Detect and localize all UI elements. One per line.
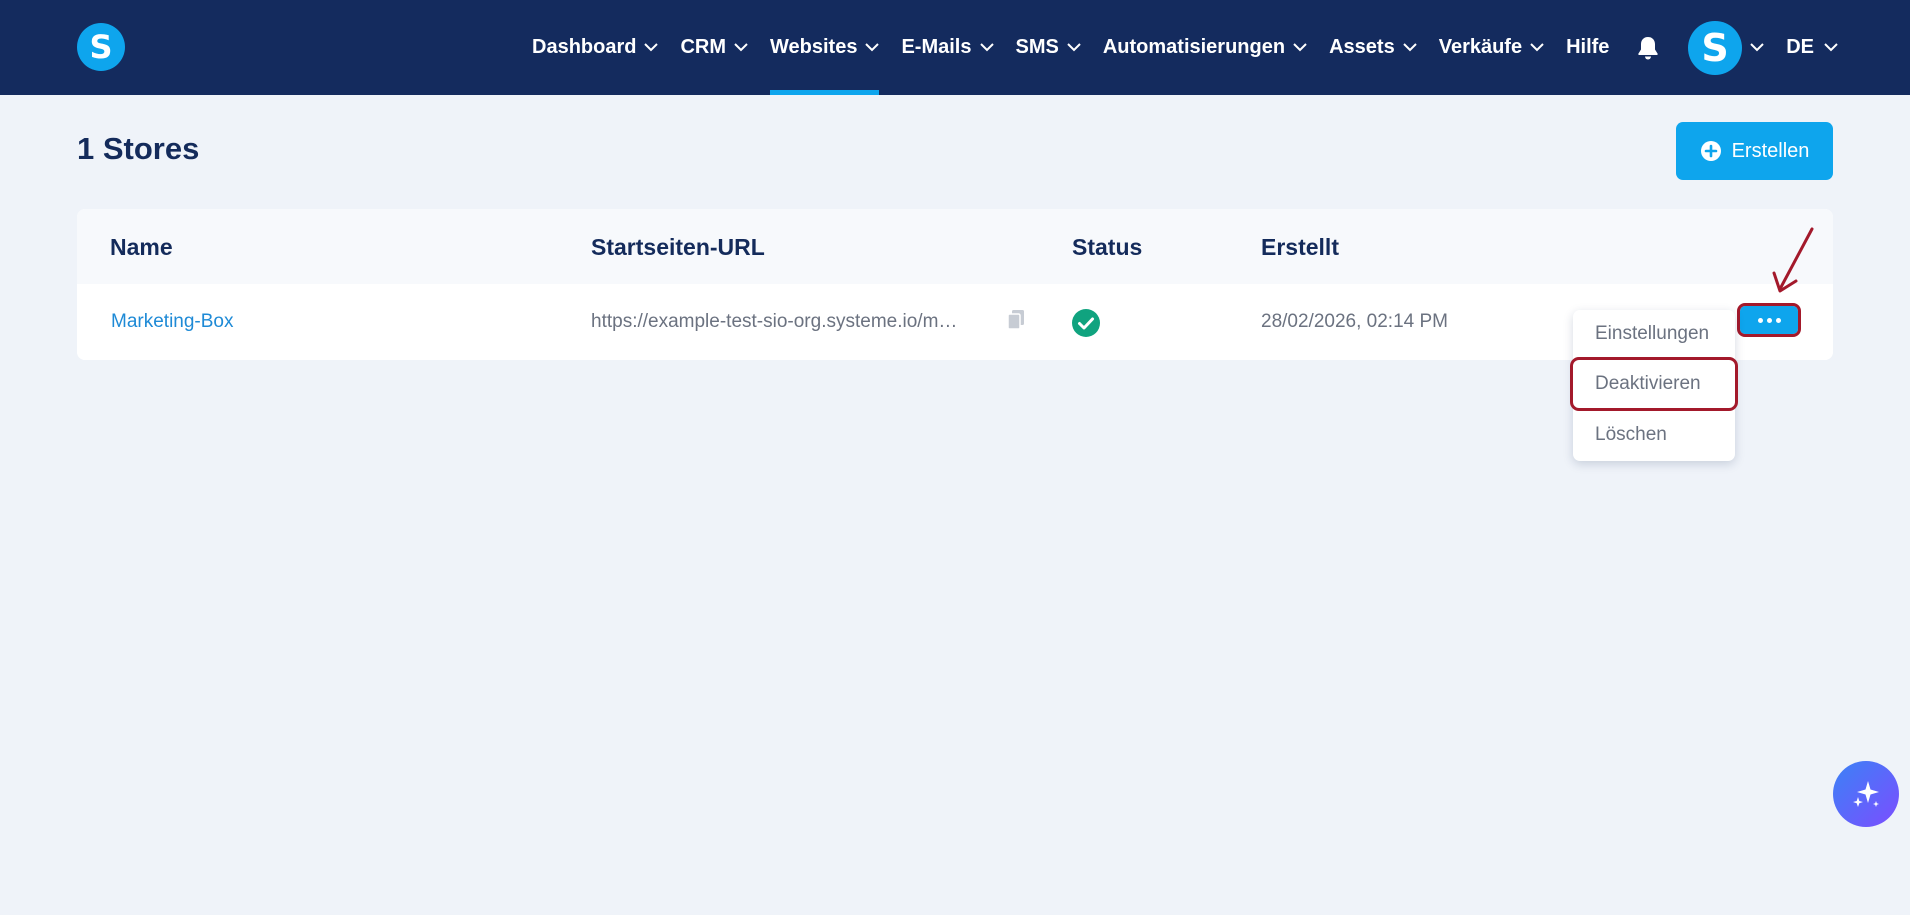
more-dot xyxy=(1775,317,1781,323)
bell-icon[interactable] xyxy=(1636,35,1660,61)
language-label: DE xyxy=(1786,36,1814,58)
table-header: Name Startseiten-URL Status Erstellt xyxy=(77,209,1833,284)
sparkles-icon xyxy=(1853,781,1879,807)
nav-item-sales[interactable]: Verkäufe xyxy=(1439,0,1544,95)
chevron-down-icon xyxy=(1530,43,1544,52)
row-actions-menu: Einstellungen Deaktivieren Löschen xyxy=(1570,310,1738,461)
top-navigation-bar: S Dashboard CRM Websites E-Mails SMS Aut… xyxy=(0,0,1910,95)
menu-item-delete[interactable]: Löschen xyxy=(1573,411,1735,459)
nav-item-label: Websites xyxy=(770,36,858,58)
avatar[interactable]: S xyxy=(1688,20,1743,75)
nav-item-label: Assets xyxy=(1329,36,1395,58)
svg-text:S: S xyxy=(1702,29,1729,67)
page-title: 1 Stores xyxy=(77,131,200,166)
chevron-down-icon xyxy=(1067,43,1081,52)
row-actions-button[interactable] xyxy=(1737,303,1801,337)
nav-item-label: Automatisierungen xyxy=(1102,36,1286,58)
annotation-arrow-icon xyxy=(1770,225,1816,302)
column-header-url: Startseiten-URL xyxy=(591,234,765,260)
stores-table: Name Startseiten-URL Status Erstellt Mar… xyxy=(77,209,1833,360)
store-name-link[interactable]: Marketing-Box xyxy=(111,311,234,333)
chevron-down-icon xyxy=(734,43,748,52)
status-active-check-icon xyxy=(1072,309,1100,342)
logo[interactable]: S xyxy=(77,23,125,71)
svg-text:S: S xyxy=(89,31,112,63)
chevron-down-icon xyxy=(1824,43,1838,52)
more-dot xyxy=(1766,317,1772,323)
nav-item-assets[interactable]: Assets xyxy=(1329,0,1417,95)
chevron-down-icon[interactable] xyxy=(1750,43,1764,52)
copy-icon[interactable] xyxy=(1006,309,1026,336)
menu-item-label: Einstellungen xyxy=(1595,323,1710,344)
language-selector[interactable]: DE xyxy=(1786,36,1838,59)
chevron-down-icon xyxy=(979,43,994,52)
create-button[interactable]: Erstellen xyxy=(1676,122,1833,180)
avatar-initial: S xyxy=(1702,29,1729,67)
menu-item-label: Löschen xyxy=(1595,424,1667,445)
nav-item-websites[interactable]: Websites xyxy=(770,0,880,95)
nav-item-label: E-Mails xyxy=(901,36,972,58)
nav-item-sms[interactable]: SMS xyxy=(1016,0,1081,95)
nav-item-help[interactable]: Hilfe xyxy=(1566,0,1609,95)
nav-item-label: Dashboard xyxy=(532,36,637,58)
menu-item-deactivate[interactable]: Deaktivieren xyxy=(1570,357,1738,411)
chevron-down-icon xyxy=(865,43,880,52)
chevron-down-icon xyxy=(1402,43,1417,52)
nav-item-dashboard[interactable]: Dashboard xyxy=(532,0,659,95)
nav-item-label: Hilfe xyxy=(1566,36,1610,58)
nav-item-label: Verkäufe xyxy=(1438,36,1523,58)
chevron-down-icon xyxy=(644,43,659,52)
nav-item-crm[interactable]: CRM xyxy=(680,0,748,95)
menu-item-label: Deaktivieren xyxy=(1595,373,1701,394)
store-url: https://example-test-sio-org.systeme.io/… xyxy=(591,311,958,332)
main-nav: Dashboard CRM Websites E-Mails SMS Autom… xyxy=(532,0,1631,95)
nav-right: S DE xyxy=(1636,0,1838,95)
ai-assistant-button[interactable] xyxy=(1833,761,1899,827)
column-header-created: Erstellt xyxy=(1261,234,1339,260)
more-dot xyxy=(1757,317,1763,323)
created-date: 28/02/2026, 02:14 PM xyxy=(1261,311,1448,332)
column-header-name: Name xyxy=(110,234,173,260)
nav-item-automations[interactable]: Automatisierungen xyxy=(1103,0,1307,95)
menu-item-settings[interactable]: Einstellungen xyxy=(1573,310,1735,358)
plus-circle-icon xyxy=(1700,140,1722,162)
table-row: Marketing-Box https://example-test-sio-o… xyxy=(77,284,1833,360)
column-header-status: Status xyxy=(1072,234,1143,260)
logo-s-icon: S xyxy=(89,31,112,63)
nav-item-label: CRM xyxy=(680,36,727,58)
create-button-label: Erstellen xyxy=(1731,139,1810,162)
nav-item-emails[interactable]: E-Mails xyxy=(901,0,994,95)
chevron-down-icon xyxy=(1293,43,1307,52)
nav-item-label: SMS xyxy=(1015,36,1059,58)
